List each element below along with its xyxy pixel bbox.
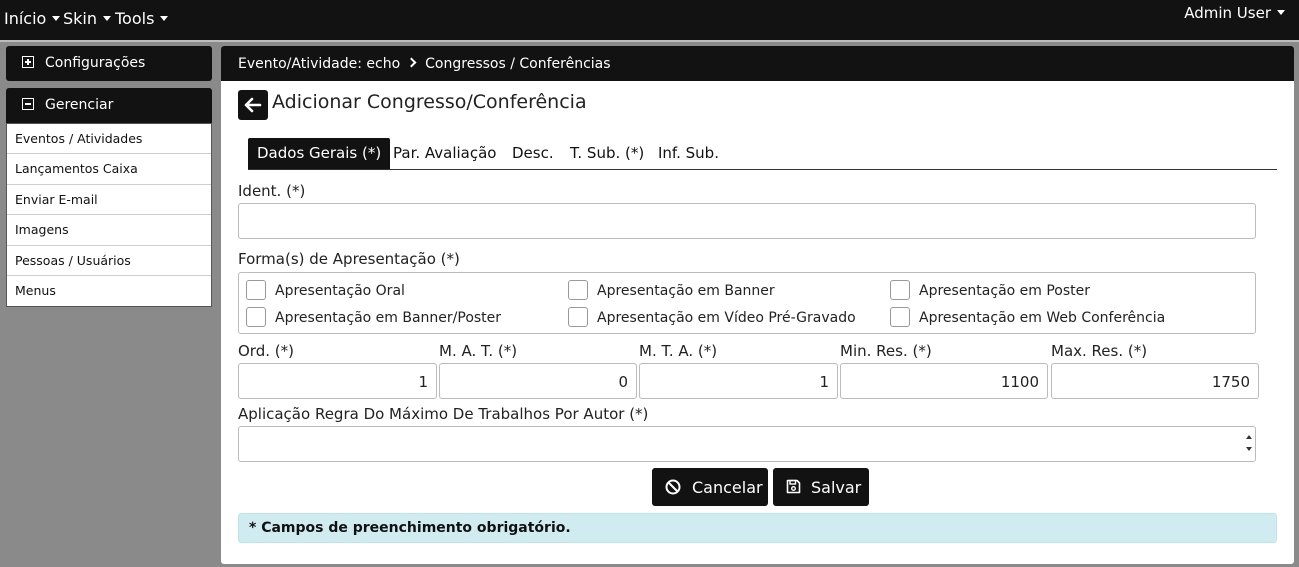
- sidebar-item-imagens[interactable]: Imagens: [7, 215, 211, 246]
- nav-tools-dropdown[interactable]: Tools: [115, 9, 169, 28]
- checkbox-box[interactable]: [890, 307, 910, 327]
- chevron-down-icon: [160, 16, 169, 21]
- max-res-label: Max. Res. (*): [1051, 342, 1148, 360]
- arrow-left-icon: [244, 97, 262, 113]
- breadcrumb-event[interactable]: Evento/Atividade: echo: [238, 56, 400, 72]
- sidebar-section-label: Gerenciar: [45, 97, 114, 113]
- breadcrumb: Evento/Atividade: echo Congressos / Confe…: [221, 46, 1294, 81]
- checkbox-box[interactable]: [568, 280, 588, 300]
- floppy-disk-icon: [786, 479, 801, 494]
- checkbox-label: Apresentação em Banner/Poster: [275, 310, 502, 326]
- formas-checkbox-group: Apresentação Oral Apresentação em Banner…: [238, 272, 1256, 334]
- chevron-down-icon: [52, 16, 61, 21]
- nav-skin-label: Skin: [63, 9, 98, 28]
- save-button-label: Salvar: [811, 478, 862, 497]
- ord-label: Ord. (*): [238, 342, 294, 360]
- page-title: Adicionar Congresso/Conferência: [272, 91, 587, 113]
- tab-par-avaliacao[interactable]: Par. Avaliação: [393, 138, 496, 169]
- select-arrows-icon: [1246, 433, 1253, 455]
- tab-t-sub[interactable]: T. Sub. (*): [570, 138, 644, 169]
- checkbox-label: Apresentação em Web Conferência: [919, 310, 1166, 326]
- main-panel: Evento/Atividade: echo Congressos / Confe…: [221, 46, 1294, 564]
- regra-label: Aplicação Regra Do Máximo De Trabalhos P…: [238, 405, 649, 423]
- tab-bar: Dados Gerais (*) Par. Avaliação Desc. T.…: [248, 138, 1277, 170]
- breadcrumb-current: Congressos / Conferências: [425, 56, 611, 72]
- sidebar-item-pessoas[interactable]: Pessoas / Usuários: [7, 246, 211, 276]
- cancel-button-label: Cancelar: [692, 478, 763, 497]
- checkbox-label: Apresentação Oral: [275, 283, 405, 299]
- chevron-right-icon: [406, 57, 417, 68]
- checkbox-box[interactable]: [246, 307, 266, 327]
- plus-square-icon: [22, 56, 34, 68]
- sidebar-item-eventos[interactable]: Eventos / Atividades: [7, 124, 211, 155]
- checkbox-box[interactable]: [246, 280, 266, 300]
- nav-skin-dropdown[interactable]: Skin: [63, 9, 112, 28]
- max-res-input[interactable]: 1750: [1051, 363, 1259, 399]
- ban-icon: [665, 479, 681, 495]
- save-button[interactable]: Salvar: [773, 468, 869, 506]
- formas-label: Forma(s) de Apresentação (*): [238, 250, 460, 268]
- checkbox-label: Apresentação em Banner: [597, 283, 775, 299]
- checkbox-label: Apresentação em Vídeo Pré-Gravado: [597, 310, 856, 326]
- tab-inf-sub[interactable]: Inf. Sub.: [658, 138, 719, 169]
- cancel-button[interactable]: Cancelar: [652, 468, 768, 506]
- nav-inicio-dropdown[interactable]: Início: [4, 9, 61, 28]
- nav-tools-label: Tools: [115, 9, 155, 28]
- chevron-down-icon: [1277, 10, 1285, 15]
- sidebar-item-enviar-email[interactable]: Enviar E-mail: [7, 185, 211, 216]
- back-button[interactable]: [238, 90, 268, 120]
- navbar-divider: [0, 40, 1299, 42]
- mat-input[interactable]: 0: [439, 363, 637, 399]
- mta-input[interactable]: 1: [639, 363, 838, 399]
- ident-label: Ident. (*): [238, 182, 306, 200]
- regra-select[interactable]: [238, 426, 1256, 462]
- checkbox-box[interactable]: [568, 307, 588, 327]
- mat-label: M. A. T. (*): [439, 342, 518, 360]
- sidebar-section-label: Configurações: [45, 55, 146, 71]
- sidebar-item-lancamentos[interactable]: Lançamentos Caixa: [7, 154, 211, 185]
- mta-label: M. T. A. (*): [639, 342, 718, 360]
- sidebar-item-menus[interactable]: Menus: [7, 276, 211, 306]
- min-res-label: Min. Res. (*): [840, 342, 932, 360]
- user-menu-label: Admin User: [1184, 4, 1271, 22]
- user-menu-dropdown[interactable]: Admin User: [1184, 4, 1285, 22]
- minus-square-icon: [22, 98, 34, 110]
- ident-input[interactable]: [238, 203, 1256, 239]
- required-fields-notice: * Campos de preenchimento obrigatório.: [238, 513, 1277, 543]
- min-res-input[interactable]: 1100: [840, 363, 1048, 399]
- top-navbar: Início Skin Tools Admin User: [0, 0, 1299, 40]
- checkbox-label: Apresentação em Poster: [919, 283, 1091, 299]
- ord-input[interactable]: 1: [238, 363, 437, 399]
- sidebar-section-gerenciar[interactable]: Gerenciar: [6, 88, 212, 123]
- tab-dados-gerais[interactable]: Dados Gerais (*): [248, 138, 391, 169]
- sidebar-menu: Eventos / Atividades Lançamentos Caixa E…: [6, 123, 212, 308]
- sidebar-section-configuracoes[interactable]: Configurações: [6, 46, 212, 81]
- nav-inicio-label: Início: [4, 9, 47, 28]
- checkbox-box[interactable]: [890, 280, 910, 300]
- chevron-down-icon: [103, 16, 112, 21]
- tab-desc[interactable]: Desc.: [512, 138, 554, 169]
